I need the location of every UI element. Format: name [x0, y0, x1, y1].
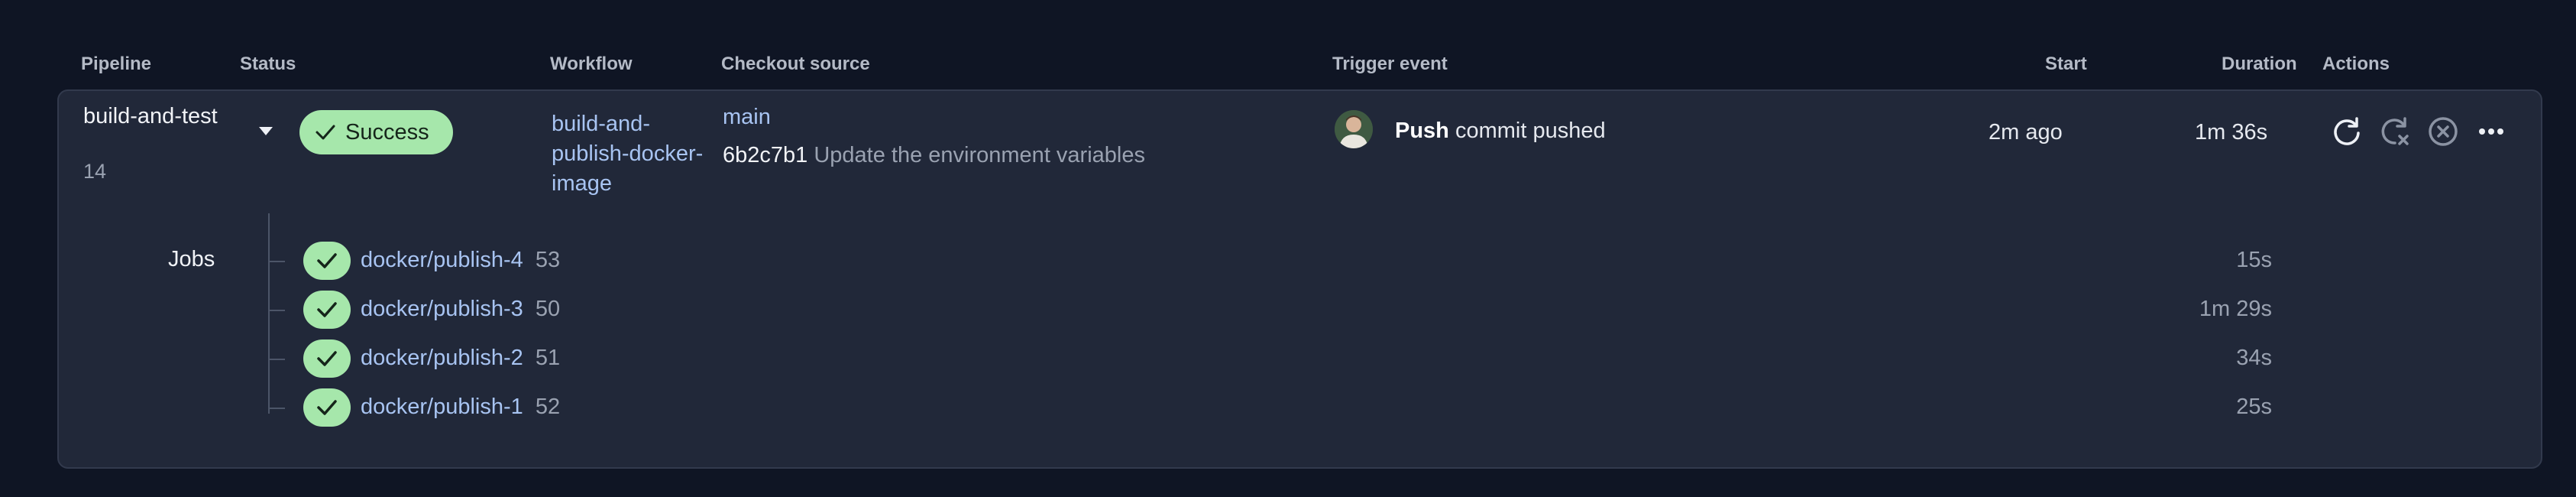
- tree-branch: [270, 408, 285, 409]
- pipeline-duration: 1m 36s: [2195, 120, 2268, 145]
- jobs-tree-line: [268, 213, 270, 414]
- job-row[interactable]: docker/publish-2 51: [361, 346, 560, 371]
- job-success-icon: [303, 242, 351, 280]
- job-number: 51: [535, 346, 561, 370]
- status-badge: Success: [299, 110, 453, 154]
- cancel-icon[interactable]: [2426, 114, 2461, 149]
- trigger-event: Push commit pushed: [1395, 119, 1606, 144]
- commit-info[interactable]: 6b2c7b1 Update the environment variables: [723, 143, 1145, 168]
- pipeline-row-card: build-and-test 14 Success build-and-publ…: [57, 89, 2542, 469]
- tree-branch: [270, 310, 285, 311]
- rerun-failed-icon[interactable]: [2377, 114, 2413, 149]
- job-success-icon: [303, 291, 351, 329]
- trigger-description: commit pushed: [1455, 119, 1606, 143]
- tree-branch: [270, 359, 285, 360]
- trigger-type: Push: [1395, 119, 1449, 143]
- job-row[interactable]: docker/publish-1 52: [361, 395, 560, 420]
- start-time: 2m ago: [1989, 120, 2063, 145]
- pipeline-name[interactable]: build-and-test: [83, 103, 228, 130]
- branch-link[interactable]: main: [723, 105, 771, 130]
- chevron-down-icon[interactable]: [259, 127, 273, 135]
- header-pipeline: Pipeline: [81, 54, 152, 74]
- status-label: Success: [345, 119, 429, 145]
- job-duration: 25s: [2236, 395, 2272, 419]
- pipeline-number: 14: [83, 160, 107, 183]
- commit-message: Update the environment variables: [814, 143, 1145, 167]
- header-status: Status: [240, 54, 296, 74]
- check-icon: [316, 125, 335, 140]
- job-duration: 15s: [2236, 248, 2272, 272]
- header-actions: Actions: [2322, 54, 2390, 74]
- job-duration: 1m 29s: [2199, 297, 2272, 321]
- commit-sha: 6b2c7b1: [723, 143, 808, 167]
- rerun-icon[interactable]: [2329, 114, 2364, 149]
- job-name[interactable]: docker/publish-1: [361, 395, 523, 419]
- job-success-icon: [303, 388, 351, 427]
- jobs-label: Jobs: [168, 247, 215, 271]
- job-number: 53: [535, 248, 561, 272]
- job-number: 50: [535, 297, 561, 321]
- header-trigger-event: Trigger event: [1332, 54, 1448, 74]
- job-duration: 34s: [2236, 346, 2272, 370]
- job-number: 52: [535, 395, 561, 419]
- workflow-link[interactable]: build-and-publish-docker-image: [552, 109, 712, 199]
- tree-branch: [270, 261, 285, 262]
- avatar: [1335, 110, 1373, 148]
- header-checkout-source: Checkout source: [721, 54, 870, 74]
- job-row[interactable]: docker/publish-3 50: [361, 297, 560, 322]
- header-start: Start: [2045, 54, 2087, 74]
- more-icon[interactable]: [2474, 114, 2509, 149]
- header-workflow: Workflow: [550, 54, 633, 74]
- header-duration: Duration: [2222, 54, 2297, 74]
- job-success-icon: [303, 339, 351, 378]
- job-name[interactable]: docker/publish-4: [361, 248, 523, 272]
- job-name[interactable]: docker/publish-3: [361, 297, 523, 321]
- job-row[interactable]: docker/publish-4 53: [361, 248, 560, 273]
- job-name[interactable]: docker/publish-2: [361, 346, 523, 370]
